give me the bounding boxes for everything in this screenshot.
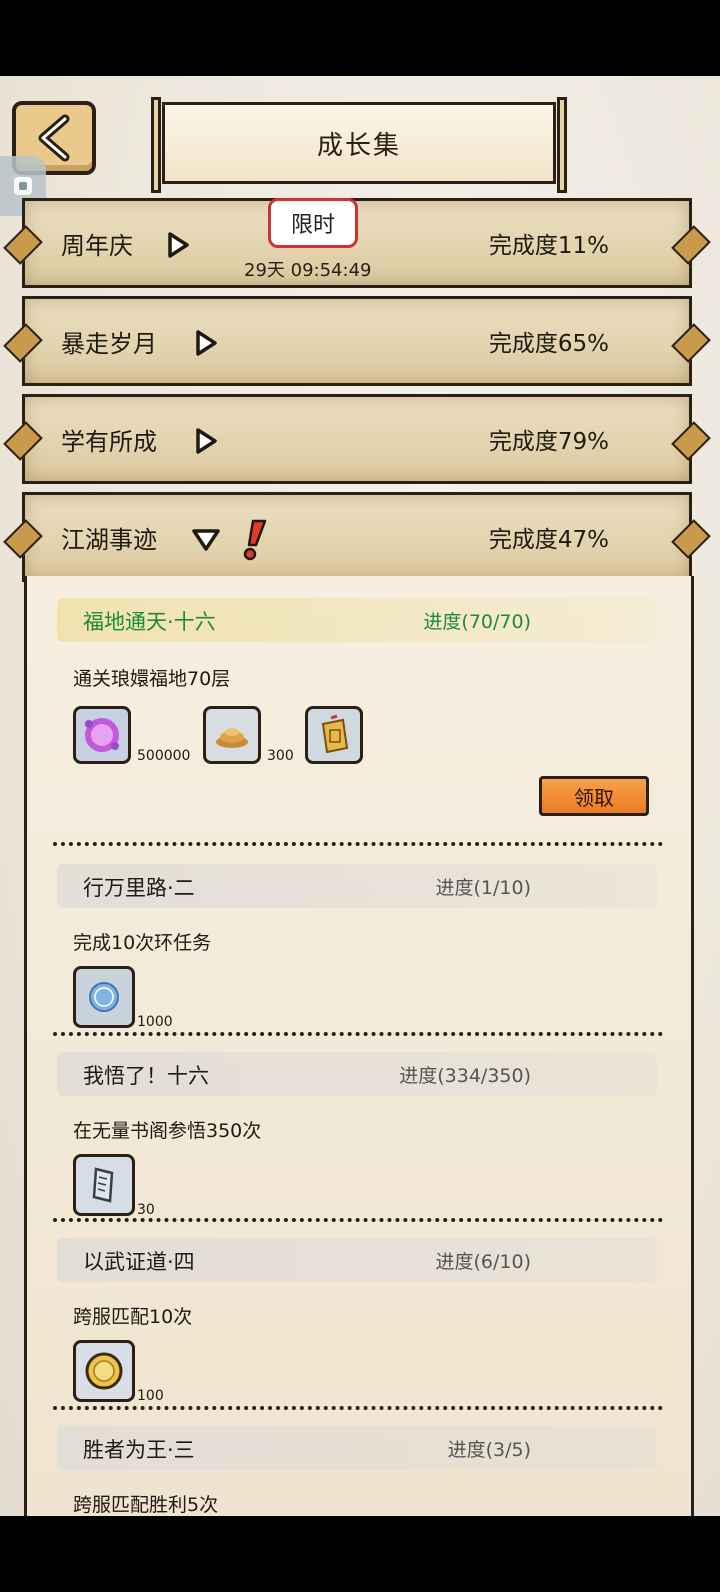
alert-exclamation-icon <box>243 519 267 561</box>
limited-badge: 限时 <box>268 198 358 248</box>
event-timer: 29天 09:54:49 <box>244 260 372 281</box>
reward-quantity: 300 <box>267 748 294 764</box>
task-description: 在无量书阁参悟350次 <box>73 1120 262 1142</box>
task-progress: 进度(334/350) <box>399 1065 531 1087</box>
task-description: 跨服匹配10次 <box>73 1306 193 1328</box>
chevron-down-triangle-icon <box>192 529 220 551</box>
chevron-left-icon <box>38 114 70 162</box>
category-row-study[interactable]: 学有所成 完成度79% <box>3 394 711 484</box>
category-name: 学有所成 <box>61 427 157 456</box>
task-name: 我悟了！十六 <box>83 1064 209 1088</box>
play-arrow-icon <box>168 232 189 258</box>
reward-quantity: 500000 <box>137 748 191 764</box>
category-name: 江湖事迹 <box>61 525 157 554</box>
task-progress: 进度(70/70) <box>423 611 531 633</box>
reward-quantity: 100 <box>137 1388 164 1404</box>
task-description: 通关琅嬛福地70层 <box>73 668 231 690</box>
reward-item[interactable] <box>305 706 363 764</box>
task-name: 福地通天·十六 <box>83 610 216 634</box>
task-name: 行万里路·二 <box>83 876 195 900</box>
category-completion: 完成度11% <box>488 233 609 259</box>
claim-button[interactable]: 领取 <box>539 776 649 816</box>
category-completion: 完成度47% <box>488 527 609 553</box>
play-arrow-icon <box>196 428 217 454</box>
category-row-jianghu[interactable]: 江湖事迹 完成度47% <box>3 492 711 582</box>
play-arrow-icon <box>196 330 217 356</box>
gold-coin-icon <box>85 1352 123 1390</box>
reward-item[interactable] <box>73 966 135 1028</box>
reward-item[interactable] <box>73 706 131 764</box>
task-progress: 进度(1/10) <box>435 877 532 899</box>
gold-pile-icon <box>216 728 248 748</box>
category-completion: 完成度79% <box>488 429 609 455</box>
app-icon <box>14 177 32 195</box>
category-name: 周年庆 <box>61 231 133 260</box>
reward-item[interactable] <box>73 1340 135 1402</box>
scroll-icon <box>92 1167 114 1203</box>
reward-quantity: 1000 <box>137 1014 173 1030</box>
category-row-years[interactable]: 暴走岁月 完成度65% <box>3 296 711 386</box>
task-progress: 进度(3/5) <box>447 1439 531 1461</box>
reward-quantity: 30 <box>137 1202 155 1218</box>
category-completion: 完成度65% <box>488 331 609 357</box>
task-name: 胜者为王·三 <box>83 1438 195 1462</box>
nav-bar <box>0 1516 720 1592</box>
category-name: 暴走岁月 <box>61 329 157 358</box>
screen: 成长集 周年庆 完成度11% 限时 29天 09:54:49 暴走岁月 完成度6… <box>0 76 720 1516</box>
task-panel: 福地通天·十六 进度(70/70) 通关琅嬛福地70层 500000 300 领… <box>24 576 694 1516</box>
task-description: 跨服匹配胜利5次 <box>73 1494 219 1516</box>
task-name: 以武证道·四 <box>83 1250 195 1274</box>
purple-orb-icon <box>85 718 119 752</box>
blue-coin-icon <box>89 982 119 1012</box>
page-title: 成长集 <box>151 97 567 193</box>
task-progress: 进度(6/10) <box>435 1251 532 1273</box>
reward-item[interactable] <box>203 706 261 764</box>
token-icon <box>321 714 349 754</box>
task-description: 完成10次环任务 <box>73 932 212 954</box>
reward-item[interactable] <box>73 1154 135 1216</box>
